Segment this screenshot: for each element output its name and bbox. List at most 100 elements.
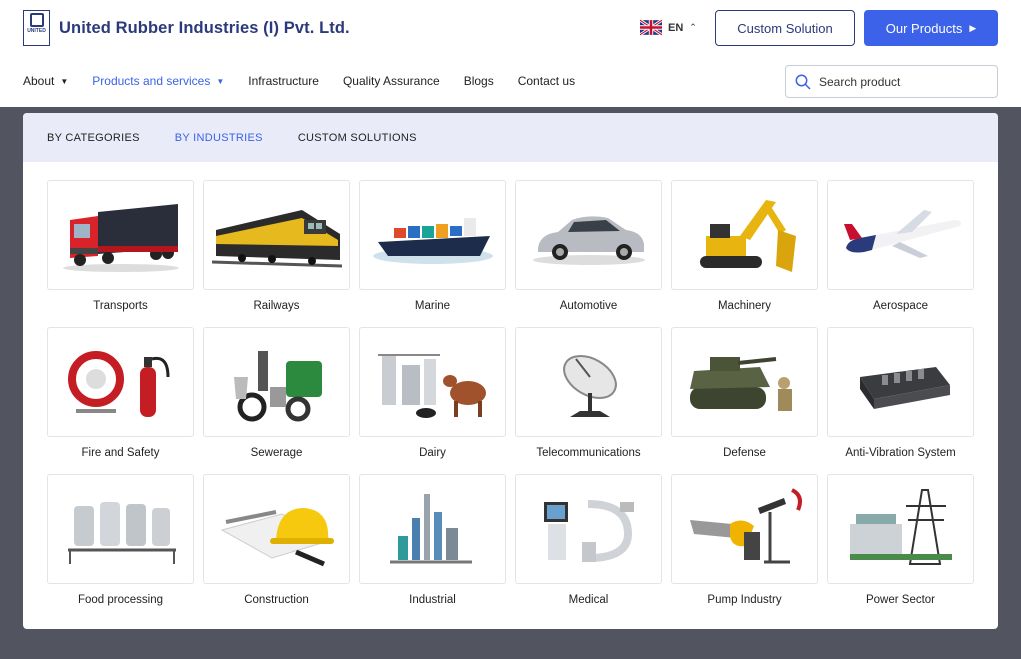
industry-image[interactable] [671,474,818,584]
logo-mark-icon [29,13,44,27]
brand[interactable]: UNITED United Rubber Industries (I) Pvt.… [23,10,350,46]
caret-down-icon: ▼ [60,76,69,86]
play-arrow-icon: ▶ [969,22,977,33]
industry-card-automotive[interactable]: Automotive [515,180,662,327]
industry-label[interactable]: Dairy [359,447,506,459]
nav-infrastructure[interactable]: Infrastructure [248,74,319,88]
dairy-plant-icon [377,354,486,418]
industry-card-industrial[interactable]: Industrial [359,474,506,621]
search-icon [795,74,811,90]
industry-card-pump-industry[interactable]: Pump Industry [671,474,818,621]
locomotive-icon [211,210,342,268]
industry-label[interactable]: Automotive [515,300,662,312]
nav-about[interactable]: About ▼ [23,74,68,88]
industry-card-power-sector[interactable]: Power Sector [827,474,974,621]
nav-blogs[interactable]: Blogs [464,74,494,88]
tab-by-industries[interactable]: BY INDUSTRIES [175,132,263,144]
industry-label[interactable]: Transports [47,300,194,312]
ship-icon [372,218,493,264]
industry-label[interactable]: Aerospace [827,300,974,312]
search-box[interactable] [785,65,998,98]
industry-label[interactable]: Construction [203,594,350,606]
logo-text: UNITED [27,28,46,34]
main-nav: About ▼ Products and services ▼ Infrastr… [23,74,599,88]
tab-by-categories[interactable]: BY CATEGORIES [47,132,140,144]
language-code: EN [668,21,684,34]
industry-card-aerospace[interactable]: Aerospace [827,180,974,327]
industry-image[interactable] [203,180,350,290]
industry-image[interactable] [827,180,974,290]
tank-system-icon [67,502,176,564]
industry-image[interactable] [515,474,662,584]
tab-custom-solutions[interactable]: CUSTOM SOLUTIONS [298,132,417,144]
industry-label[interactable]: Pump Industry [671,594,818,606]
anti-vibration-mount-icon [859,367,950,409]
industry-card-marine[interactable]: Marine [359,180,506,327]
industry-image[interactable] [827,474,974,584]
industry-card-fire-and-safety[interactable]: Fire and Safety [47,327,194,474]
industry-image[interactable] [47,327,194,437]
nav-products-and-services[interactable]: Products and services ▼ [92,74,224,88]
industry-image[interactable] [515,180,662,290]
industry-card-medical[interactable]: Medical [515,474,662,621]
fuel-nozzle-icon [689,488,802,564]
industry-label[interactable]: Medical [515,594,662,606]
industry-label[interactable]: Defense [671,447,818,459]
industry-card-dairy[interactable]: Dairy [359,327,506,474]
industry-card-sewerage[interactable]: Sewerage [203,327,350,474]
company-name[interactable]: United Rubber Industries (I) Pvt. Ltd. [59,19,350,38]
top-header: UNITED United Rubber Industries (I) Pvt.… [0,0,1021,107]
nav-quality-assurance[interactable]: Quality Assurance [343,74,440,88]
nav-contact-us[interactable]: Contact us [518,74,575,88]
industry-image[interactable] [359,327,506,437]
industry-grid: Transports Railways Marine Automotive Ma… [47,180,974,621]
hard-hat-icon [220,508,334,567]
airplane-icon [843,210,961,258]
industry-card-machinery[interactable]: Machinery [671,180,818,327]
industry-label[interactable]: Fire and Safety [47,447,194,459]
industry-image[interactable] [47,474,194,584]
search-input[interactable] [819,74,979,89]
industry-label[interactable]: Sewerage [203,447,350,459]
industry-label[interactable]: Industrial [359,594,506,606]
language-selector[interactable]: EN ⌃ [640,19,697,36]
chevron-up-icon: ⌃ [689,22,697,32]
car-icon [532,216,645,265]
industry-image[interactable] [47,180,194,290]
industry-card-telecommunications[interactable]: Telecommunications [515,327,662,474]
industry-image[interactable] [827,327,974,437]
industry-label[interactable]: Telecommunications [515,447,662,459]
truck-icon [62,204,179,272]
industry-label[interactable]: Food processing [47,594,194,606]
industry-image[interactable] [203,474,350,584]
industry-label[interactable]: Power Sector [827,594,974,606]
industry-image[interactable] [515,327,662,437]
industry-label[interactable]: Machinery [671,300,818,312]
pump-equipment-icon [233,351,322,422]
our-products-label: Our Products [885,20,963,36]
industry-label[interactable]: Anti-Vibration System [827,447,974,459]
refinery-icon [389,494,472,564]
industry-label[interactable]: Railways [203,300,350,312]
industry-card-railways[interactable]: Railways [203,180,350,327]
industry-card-anti-vibration-system[interactable]: Anti-Vibration System [827,327,974,474]
industry-card-defense[interactable]: Defense [671,327,818,474]
industry-image[interactable] [671,327,818,437]
industry-card-food-processing[interactable]: Food processing [47,474,194,621]
menu-tabs: BY CATEGORIES BY INDUSTRIES CUSTOM SOLUT… [23,113,998,162]
industry-card-transports[interactable]: Transports [47,180,194,327]
caret-down-icon: ▼ [216,76,225,86]
company-logo[interactable]: UNITED [23,10,50,46]
industry-image[interactable] [671,180,818,290]
c-arm-xray-icon [543,500,634,562]
industry-image[interactable] [359,474,506,584]
our-products-button[interactable]: Our Products ▶ [864,10,998,46]
industry-image[interactable] [203,327,350,437]
transmission-tower-icon [849,489,952,565]
uk-flag-icon [640,19,662,36]
custom-solution-button[interactable]: Custom Solution [715,10,855,46]
industry-card-construction[interactable]: Construction [203,474,350,621]
industry-label[interactable]: Marine [359,300,506,312]
fire-extinguisher-icon [67,351,169,417]
industry-image[interactable] [359,180,506,290]
